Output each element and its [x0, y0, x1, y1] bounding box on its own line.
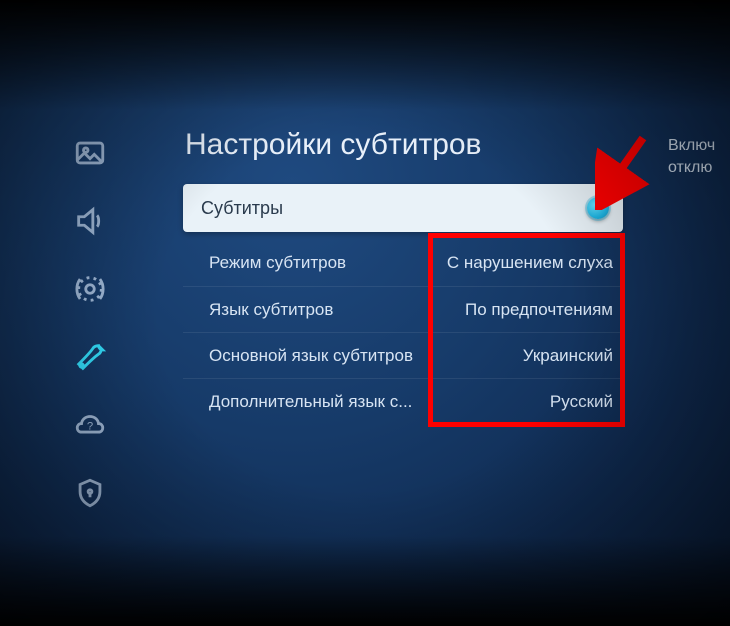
subtitle-settings-list: Режим субтитров С нарушением слуха Язык …	[183, 240, 623, 424]
row-value: Русский	[439, 392, 613, 412]
row-value: С нарушением слуха	[439, 253, 613, 273]
top-shadow	[0, 0, 730, 110]
row-label: Дополнительный язык с...	[209, 392, 439, 412]
page-title: Настройки субтитров	[185, 128, 482, 162]
bottom-shadow	[0, 536, 730, 626]
tv-settings-screen: ? Настройки субтитров Субтитры Режим суб…	[0, 0, 730, 626]
subtitles-toggle-indicator[interactable]	[587, 197, 609, 219]
privacy-icon[interactable]	[65, 468, 115, 518]
help-line-2: отклю	[668, 157, 715, 179]
row-primary-subtitle-language[interactable]: Основной язык субтитров Украинский	[183, 332, 623, 378]
broadcast-icon[interactable]	[65, 264, 115, 314]
help-text: Включ отклю	[668, 135, 715, 180]
row-label: Основной язык субтитров	[209, 346, 439, 366]
sound-icon[interactable]	[65, 196, 115, 246]
subtitles-toggle-row[interactable]: Субтитры	[183, 184, 623, 232]
help-line-1: Включ	[668, 135, 715, 157]
row-value: Украинский	[439, 346, 613, 366]
general-icon[interactable]	[65, 332, 115, 382]
support-icon[interactable]: ?	[65, 400, 115, 450]
row-label: Режим субтитров	[209, 253, 439, 273]
row-value: По предпочтениям	[439, 300, 613, 320]
settings-sidebar: ?	[58, 128, 122, 518]
svg-text:?: ?	[87, 420, 93, 432]
row-subtitle-mode[interactable]: Режим субтитров С нарушением слуха	[183, 240, 623, 286]
row-secondary-subtitle-language[interactable]: Дополнительный язык с... Русский	[183, 378, 623, 424]
subtitles-toggle-label: Субтитры	[201, 198, 283, 219]
row-subtitle-language[interactable]: Язык субтитров По предпочтениям	[183, 286, 623, 332]
picture-icon[interactable]	[65, 128, 115, 178]
row-label: Язык субтитров	[209, 300, 439, 320]
